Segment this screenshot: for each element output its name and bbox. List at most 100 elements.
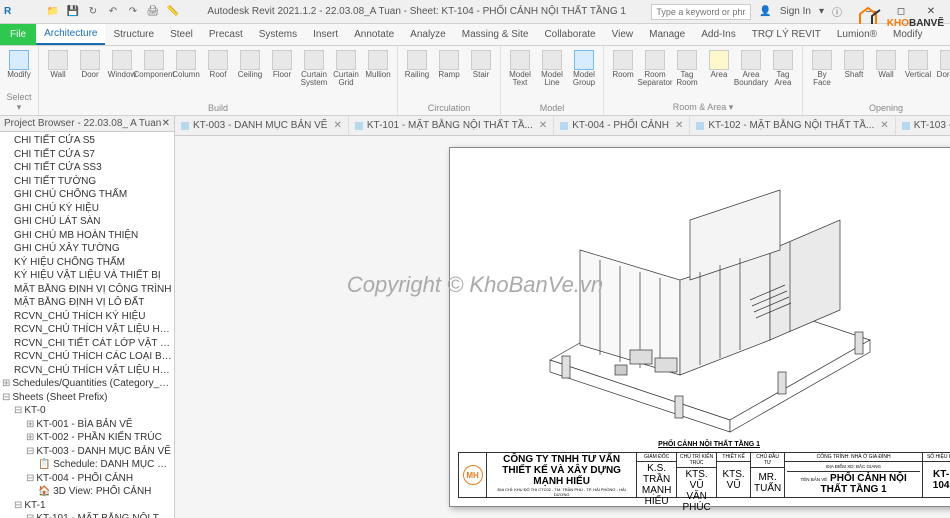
- tree-node[interactable]: MẶT BẰNG ĐỊNH VỊ CÔNG TRÌNH: [2, 283, 172, 297]
- doc-tab[interactable]: KT-103 - MẶT BẰNG MÁI✕: [896, 116, 950, 135]
- menu-tab-precast[interactable]: Precast: [201, 25, 251, 44]
- tool-component[interactable]: Component: [139, 48, 169, 81]
- help-icon[interactable]: ▾: [819, 6, 824, 17]
- tree-node[interactable]: GHI CHÚ KÝ HIỆU: [2, 202, 172, 216]
- tree-node[interactable]: CHI TIẾT CỬA SS3: [2, 161, 172, 175]
- search-input[interactable]: [651, 4, 751, 20]
- menu-tab-trlrevit[interactable]: TRỢ LÝ REVIT: [744, 25, 829, 44]
- qat-open-icon[interactable]: 📁: [44, 3, 62, 21]
- menu-tab-view[interactable]: View: [604, 25, 642, 44]
- tree-node[interactable]: ⊞Schedules/Quantities (Category_RCVN): [2, 377, 172, 391]
- tree-node[interactable]: ⊟KT-003 - DANH MỤC BẢN VẼ: [2, 445, 172, 459]
- tree-node[interactable]: ⊟KT-004 - PHỐI CẢNH: [2, 472, 172, 486]
- qat-redo-icon[interactable]: ↷: [124, 3, 142, 21]
- tree-node[interactable]: CHI TIẾT TƯỜNG: [2, 175, 172, 189]
- menu-tab-annotate[interactable]: Annotate: [346, 25, 402, 44]
- qat-measure-icon[interactable]: 📏: [164, 3, 182, 21]
- qat-undo-icon[interactable]: ↶: [104, 3, 122, 21]
- ribbon: ModifySelect ▾WallDoorWindowComponentCol…: [0, 46, 950, 116]
- menu-tab-architecture[interactable]: Architecture: [36, 24, 105, 45]
- tree-node[interactable]: ⊟KT-101 - MẶT BẰNG NỘI THẤT TẦNG 1: [2, 512, 172, 518]
- tree-node[interactable]: 🏠 3D View: PHỐI CẢNH: [2, 485, 172, 499]
- tree-node[interactable]: GHI CHÚ LÁT SÀN: [2, 215, 172, 229]
- tab-close-icon[interactable]: ✕: [880, 120, 888, 131]
- tree-node[interactable]: CHI TIẾT CỬA S5: [2, 134, 172, 148]
- tree-node[interactable]: KÝ HIỆU VẬT LIỆU VÀ THIẾT BỊ: [2, 269, 172, 283]
- sheet-viewport[interactable]: PHỐI CẢNH NỘI THẤT TẦNG 1 MH CÔNG TY TNH…: [175, 136, 950, 518]
- tree-node[interactable]: ⊟KT-1: [2, 499, 172, 513]
- tool-floor[interactable]: Floor: [267, 48, 297, 81]
- tree-node[interactable]: GHI CHÚ CHỐNG THẤM: [2, 188, 172, 202]
- menu-tab-analyze[interactable]: Analyze: [402, 25, 454, 44]
- tool-roof[interactable]: Roof: [203, 48, 233, 81]
- qat-print-icon[interactable]: 🖨: [144, 3, 162, 21]
- tool-ramp[interactable]: Ramp: [434, 48, 464, 81]
- tool-modify[interactable]: Modify: [4, 48, 34, 81]
- tree-node[interactable]: GHI CHÚ MB HOÀN THIỆN: [2, 229, 172, 243]
- tree-node[interactable]: CHI TIẾT CỬA S7: [2, 148, 172, 162]
- tool-curtain-grid[interactable]: Curtain Grid: [331, 48, 361, 89]
- tool-room-separator[interactable]: Room Separator: [640, 48, 670, 89]
- tool-shaft[interactable]: Shaft: [839, 48, 869, 81]
- tree-node[interactable]: ⊟KT-0: [2, 404, 172, 418]
- qat-save-icon[interactable]: 💾: [64, 3, 82, 21]
- tool-model-group[interactable]: Model Group: [569, 48, 599, 89]
- tool-model-line[interactable]: Model Line: [537, 48, 567, 89]
- tool-wall[interactable]: Wall: [871, 48, 901, 81]
- tree-node[interactable]: MẶT BẰNG ĐỊNH VỊ LÔ ĐẤT: [2, 296, 172, 310]
- info-icon[interactable]: ⓘ: [832, 4, 842, 19]
- tool-vertical[interactable]: Vertical: [903, 48, 933, 81]
- tool-model-text[interactable]: Model Text: [505, 48, 535, 89]
- tool-area-boundary[interactable]: Area Boundary: [736, 48, 766, 89]
- tool-tag-area[interactable]: Tag Area: [768, 48, 798, 89]
- menu-tab-steel[interactable]: Steel: [162, 25, 201, 44]
- menu-tab-collaborate[interactable]: Collaborate: [536, 25, 603, 44]
- tree-node[interactable]: KÝ HIỆU CHỐNG THẤM: [2, 256, 172, 270]
- tool-mullion[interactable]: Mullion: [363, 48, 393, 81]
- tool-area[interactable]: Area: [704, 48, 734, 81]
- tool-tag-room[interactable]: Tag Room: [672, 48, 702, 89]
- doc-tab[interactable]: KT-004 - PHỐI CẢNH✕: [554, 116, 690, 135]
- menu-tab-addins[interactable]: Add-Ins: [693, 25, 743, 44]
- tree-node[interactable]: GHI CHÚ XÂY TƯỜNG: [2, 242, 172, 256]
- tab-close-icon[interactable]: ✕: [539, 120, 547, 131]
- tab-close-icon[interactable]: ✕: [333, 120, 341, 131]
- tree-node[interactable]: RCVN_CHÚ THÍCH VẬT LIỆU HOÀN THIỆN: [2, 323, 172, 337]
- doc-tab[interactable]: KT-101 - MẶT BẰNG NỘI THẤT TẦ...✕: [349, 116, 554, 135]
- tree-node[interactable]: RCVN_CHÚ THÍCH CÁC LOẠI BẢN VẼ: [2, 350, 172, 364]
- tab-close-icon[interactable]: ✕: [675, 120, 683, 131]
- tree-node[interactable]: ⊞KT-001 - BÌA BẢN VẼ: [2, 418, 172, 432]
- tool-railing[interactable]: Railing: [402, 48, 432, 81]
- project-tree[interactable]: CHI TIẾT CỬA S5CHI TIẾT CỬA S7CHI TIẾT C…: [0, 132, 174, 518]
- sheet-paper: PHỐI CẢNH NỘI THẤT TẦNG 1 MH CÔNG TY TNH…: [449, 147, 950, 507]
- tool-stair[interactable]: Stair: [466, 48, 496, 81]
- tree-node[interactable]: RCVN_CHÚ THÍCH VẬT LIỆU HOÀN THIỆN 2: [2, 364, 172, 378]
- tool-by-face[interactable]: By Face: [807, 48, 837, 89]
- tool-wall[interactable]: Wall: [43, 48, 73, 81]
- qat-sync-icon[interactable]: ↻: [84, 3, 102, 21]
- tree-node[interactable]: 📋 Schedule: DANH MỤC BẢN VẼ KIẾN TRÚC: [2, 458, 172, 472]
- doc-tab[interactable]: KT-003 - DANH MỤC BẢN VẼ✕: [175, 116, 349, 135]
- signin-link[interactable]: Sign In: [780, 6, 811, 17]
- tree-node[interactable]: RCVN_CHI TIẾT CÁT LỚP VẬT LIỆU: [2, 337, 172, 351]
- tree-node[interactable]: ⊞KT-002 - PHẦN KIẾN TRÚC: [2, 431, 172, 445]
- menu-tab-manage[interactable]: Manage: [641, 25, 693, 44]
- tool-room[interactable]: Room: [608, 48, 638, 81]
- menu-bar: File ArchitectureStructureSteelPrecastSy…: [0, 24, 950, 46]
- tree-node[interactable]: RCVN_CHÚ THÍCH KÝ HIỆU: [2, 310, 172, 324]
- menu-tab-insert[interactable]: Insert: [305, 25, 346, 44]
- file-menu[interactable]: File: [0, 24, 36, 45]
- menu-tab-structure[interactable]: Structure: [105, 25, 162, 44]
- browser-close-icon[interactable]: ✕: [162, 118, 170, 129]
- tool-curtain-system[interactable]: Curtain System: [299, 48, 329, 89]
- tool-dormer[interactable]: Dormer: [935, 48, 950, 81]
- menu-tab-systems[interactable]: Systems: [251, 25, 305, 44]
- menu-tab-massingsite[interactable]: Massing & Site: [454, 25, 537, 44]
- tool-door[interactable]: Door: [75, 48, 105, 81]
- tool-column[interactable]: Column: [171, 48, 201, 81]
- window-title: Autodesk Revit 2021.1.2 - 22.03.08_A Tua…: [182, 6, 651, 17]
- user-icon[interactable]: 👤: [759, 6, 771, 17]
- doc-tab[interactable]: KT-102 - MẶT BẰNG NỘI THẤT TẦ...✕: [690, 116, 895, 135]
- tree-node[interactable]: ⊟Sheets (Sheet Prefix): [2, 391, 172, 405]
- tool-ceiling[interactable]: Ceiling: [235, 48, 265, 81]
